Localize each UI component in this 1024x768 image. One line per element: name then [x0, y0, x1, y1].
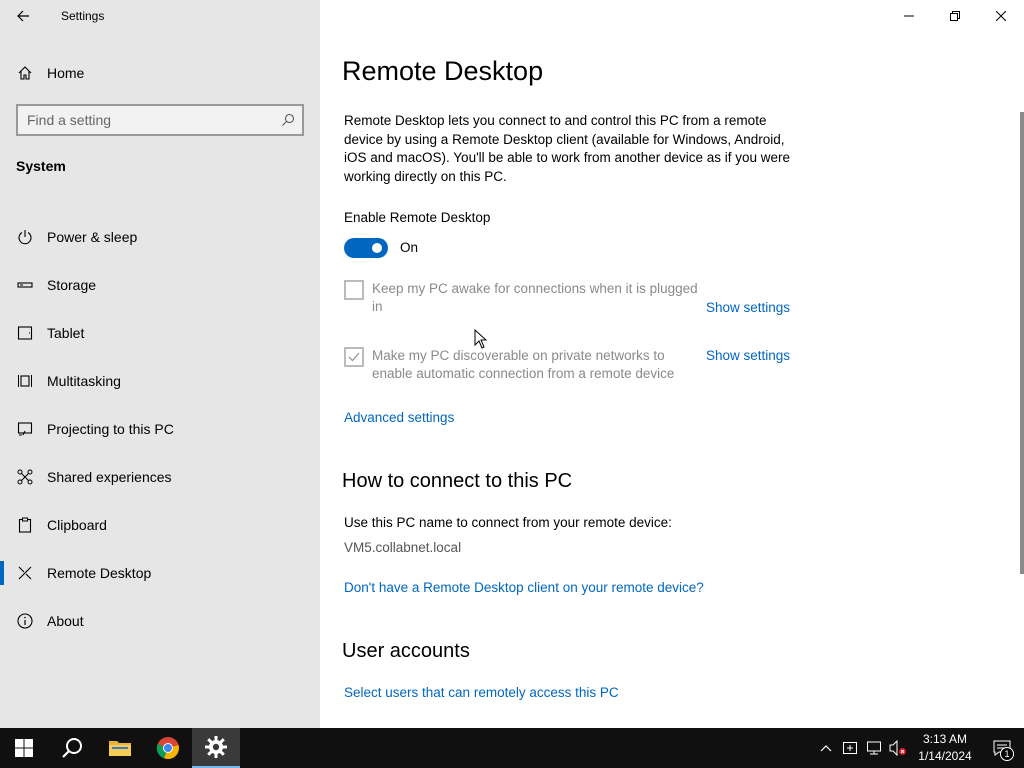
projecting-icon — [17, 421, 33, 437]
checkmark-icon — [348, 352, 360, 362]
sidebar: Settings Home System Power & sleep — [0, 0, 320, 728]
keep-awake-show-settings-link[interactable]: Show settings — [706, 300, 790, 315]
pc-name: VM5.collabnet.local — [344, 540, 462, 555]
sidebar-item-clipboard[interactable]: Clipboard — [0, 501, 320, 549]
power-icon — [17, 229, 33, 245]
nav-list: Power & sleep Storage Tablet Multitaskin… — [0, 213, 320, 645]
settings-taskbar-button[interactable] — [192, 728, 240, 768]
close-button[interactable] — [978, 0, 1024, 32]
info-icon — [17, 613, 33, 629]
gear-icon — [205, 736, 227, 758]
notification-count-badge: 1 — [1000, 747, 1014, 761]
sidebar-item-label: Power & sleep — [47, 229, 138, 245]
settings-window: Settings Home System Power & sleep — [0, 0, 1024, 728]
network-icon — [867, 741, 881, 755]
search-icon[interactable] — [274, 113, 302, 127]
toggle-knob — [372, 243, 382, 253]
discoverable-label: Make my PC discoverable on private netwo… — [372, 348, 675, 381]
sidebar-item-label: Storage — [47, 277, 97, 293]
home-label: Home — [47, 65, 85, 81]
clock-time: 3:13 AM — [922, 732, 968, 746]
sidebar-item-shared-experiences[interactable]: Shared experiences — [0, 453, 320, 501]
scrollbar[interactable] — [1020, 112, 1024, 574]
chrome-button[interactable] — [144, 728, 192, 768]
connect-instruction: Use this PC name to connect from your re… — [344, 515, 672, 530]
clock[interactable]: 3:13 AM 1/14/2024 — [910, 731, 980, 765]
sidebar-item-remote-desktop[interactable]: Remote Desktop — [0, 549, 320, 597]
sidebar-item-tablet[interactable]: Tablet — [0, 309, 320, 357]
search-taskbar-button[interactable] — [48, 728, 96, 768]
minimize-icon — [904, 15, 914, 17]
clipboard-icon — [17, 517, 33, 533]
show-hidden-icons-button[interactable] — [814, 728, 838, 768]
user-accounts-heading: User accounts — [342, 640, 470, 662]
search-box[interactable] — [16, 104, 304, 136]
sidebar-item-home[interactable]: Home — [0, 56, 320, 90]
volume-muted-icon — [889, 740, 906, 756]
file-explorer-button[interactable] — [96, 728, 144, 768]
chevron-up-icon — [820, 745, 832, 752]
window-controls — [886, 0, 1024, 32]
main-content: Remote Desktop Remote Desktop lets you c… — [320, 32, 1020, 728]
keep-awake-checkbox[interactable] — [344, 280, 364, 300]
restore-button[interactable] — [932, 0, 978, 32]
mouse-cursor-icon — [474, 329, 487, 349]
enable-remote-desktop-label: Enable Remote Desktop — [344, 210, 491, 225]
start-button[interactable] — [0, 728, 48, 768]
search-icon — [62, 738, 82, 758]
connect-heading: How to connect to this PC — [342, 470, 573, 492]
sidebar-item-projecting[interactable]: Projecting to this PC — [0, 405, 320, 453]
sidebar-item-label: Tablet — [47, 325, 85, 341]
sidebar-item-label: Multitasking — [47, 373, 121, 389]
back-arrow-icon — [17, 10, 29, 22]
toggle-state: On — [400, 240, 419, 255]
sidebar-item-label: Clipboard — [47, 517, 107, 533]
folder-icon — [109, 741, 131, 756]
home-icon — [17, 65, 33, 81]
minimize-button[interactable] — [886, 0, 932, 32]
security-icon — [843, 742, 857, 754]
sidebar-item-about[interactable]: About — [0, 597, 320, 645]
multitasking-icon — [17, 373, 33, 389]
clock-date: 1/14/2024 — [918, 749, 972, 763]
remote-client-link[interactable]: Don't have a Remote Desktop client on yo… — [344, 580, 704, 595]
sidebar-item-label: Projecting to this PC — [47, 421, 174, 437]
storage-icon — [17, 277, 33, 293]
search-input[interactable] — [18, 112, 274, 128]
section-label: System — [16, 158, 66, 174]
sidebar-item-storage[interactable]: Storage — [0, 261, 320, 309]
discoverable-checkbox[interactable] — [344, 347, 364, 367]
sidebar-item-label: Remote Desktop — [47, 565, 152, 581]
sidebar-item-label: Shared experiences — [47, 469, 172, 485]
back-button[interactable] — [0, 0, 46, 32]
remote-desktop-icon — [17, 565, 33, 581]
tablet-icon — [17, 325, 33, 341]
select-users-link[interactable]: Select users that can remotely access th… — [344, 685, 619, 700]
network-tray-button[interactable] — [862, 728, 886, 768]
action-center-button[interactable]: 1 — [980, 728, 1024, 768]
description: Remote Desktop lets you connect to and c… — [344, 113, 791, 184]
enable-remote-desktop-toggle[interactable] — [344, 238, 388, 258]
title-bar: Settings — [0, 0, 320, 32]
security-tray-button[interactable] — [838, 728, 862, 768]
discoverable-show-settings-link[interactable]: Show settings — [706, 348, 790, 363]
windows-logo-icon — [15, 739, 33, 757]
page-title: Remote Desktop — [342, 56, 544, 86]
taskbar: 3:13 AM 1/14/2024 1 — [0, 728, 1024, 768]
volume-tray-button[interactable] — [886, 728, 910, 768]
chrome-icon — [156, 737, 179, 760]
sidebar-item-label: About — [47, 613, 84, 629]
keep-awake-label: Keep my PC awake for connections when it… — [372, 281, 698, 314]
restore-icon — [950, 11, 960, 21]
advanced-settings-link[interactable]: Advanced settings — [344, 410, 454, 425]
sidebar-item-multitasking[interactable]: Multitasking — [0, 357, 320, 405]
system-tray: 3:13 AM 1/14/2024 1 — [814, 728, 1024, 768]
shared-experiences-icon — [17, 469, 33, 485]
close-icon — [996, 11, 1006, 21]
app-title: Settings — [61, 9, 105, 23]
sidebar-item-power-sleep[interactable]: Power & sleep — [0, 213, 320, 261]
